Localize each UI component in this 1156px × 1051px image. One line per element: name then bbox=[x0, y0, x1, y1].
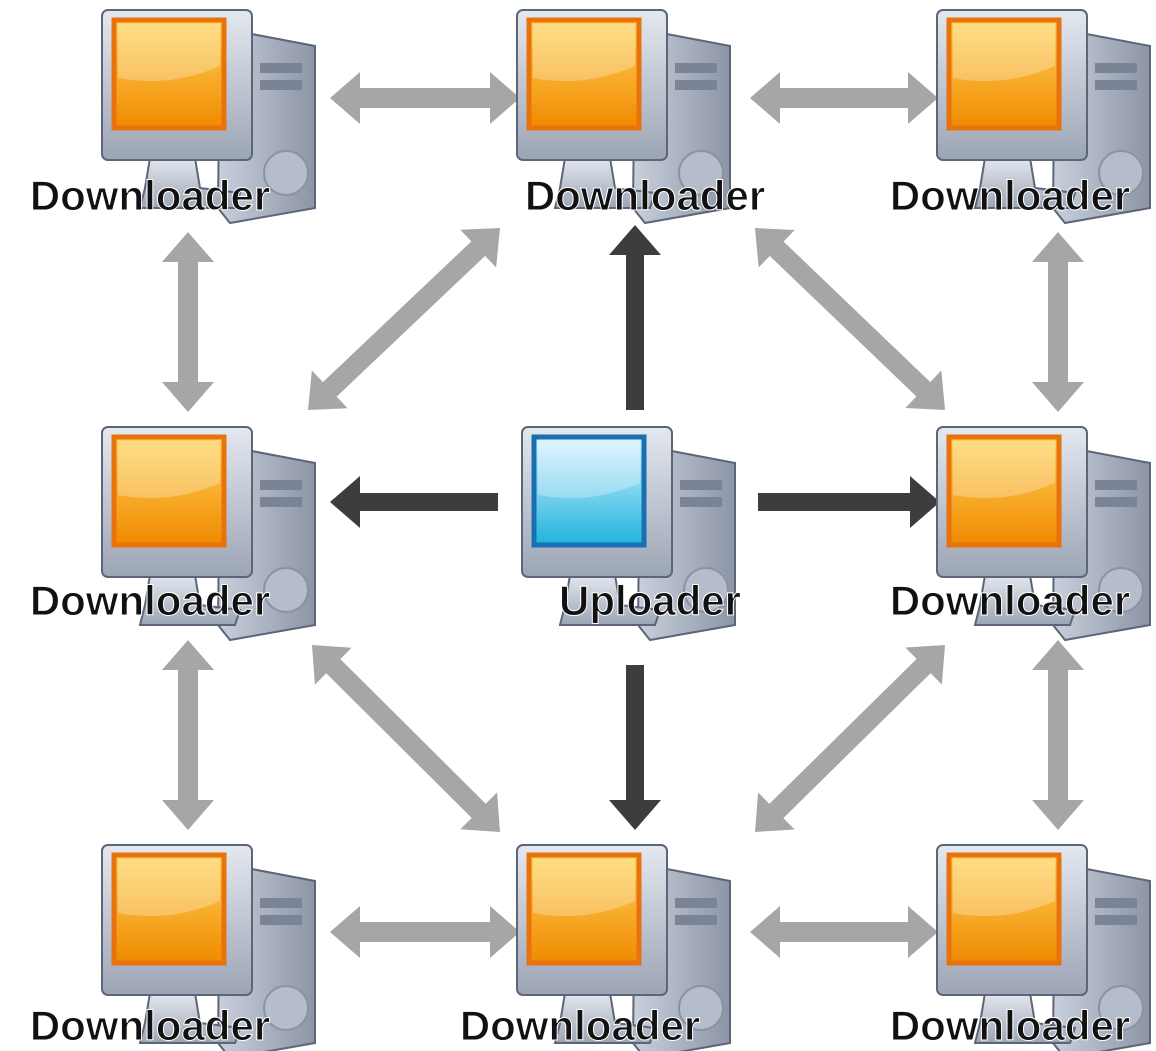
drive-bay bbox=[1095, 63, 1137, 73]
upload-arrow-center-to-middle-right bbox=[758, 476, 940, 528]
node-label: Downloader bbox=[30, 172, 270, 219]
peer-arrow-top-center-to-middle-right bbox=[755, 228, 945, 410]
peer-arrow-middle-right-to-bottom-right bbox=[1032, 640, 1084, 830]
arrow-head bbox=[1032, 640, 1084, 670]
tower-vent bbox=[263, 150, 309, 196]
node-middle-right: Downloader bbox=[889, 426, 1151, 642]
drive-bay bbox=[675, 80, 717, 90]
drive-bay bbox=[675, 63, 717, 73]
arrow-shaft bbox=[766, 238, 934, 400]
tower-vent bbox=[263, 567, 309, 613]
peer-arrow-bottom-center-to-bottom-right bbox=[750, 906, 938, 958]
node-label: Downloader bbox=[30, 1002, 270, 1049]
arrow-head bbox=[162, 382, 214, 412]
drive-bay bbox=[1095, 898, 1137, 908]
arrow-head bbox=[609, 800, 661, 830]
node-label: Downloader bbox=[890, 577, 1130, 624]
node-top-center: Downloader bbox=[516, 9, 766, 225]
peer-arrow-top-left-to-top-center bbox=[330, 72, 520, 124]
drive-bay bbox=[260, 80, 302, 90]
node-middle-left: Downloader bbox=[29, 426, 316, 642]
arrow-head bbox=[609, 225, 661, 255]
arrow-head bbox=[750, 72, 780, 124]
upload-arrow-center-to-top-center bbox=[609, 225, 661, 410]
arrow-shaft bbox=[319, 238, 489, 400]
drive-bay bbox=[675, 898, 717, 908]
drive-bay bbox=[260, 497, 302, 507]
drive-bay bbox=[260, 63, 302, 73]
arrow-head bbox=[330, 906, 360, 958]
arrow-head bbox=[162, 800, 214, 830]
node-label: Downloader bbox=[525, 172, 765, 219]
peer-arrow-top-left-to-middle-left bbox=[162, 232, 214, 412]
nodes-layer: Downloader Downloader Downloader Downloader… bbox=[29, 9, 1151, 1051]
arrow-head bbox=[490, 906, 520, 958]
tower-vent bbox=[263, 985, 309, 1031]
drive-bay bbox=[1095, 497, 1137, 507]
arrow-head bbox=[162, 640, 214, 670]
arrow-head bbox=[1032, 232, 1084, 262]
peer-arrow-middle-left-to-bottom-center bbox=[312, 645, 500, 832]
upload-arrow-center-to-bottom-center bbox=[609, 665, 661, 830]
arrow-head bbox=[490, 72, 520, 124]
drive-bay bbox=[1095, 80, 1137, 90]
arrow-head bbox=[330, 72, 360, 124]
node-top-right: Downloader bbox=[889, 9, 1151, 225]
drive-bay bbox=[1095, 480, 1137, 490]
arrow-shaft bbox=[766, 656, 934, 821]
arrow-head bbox=[330, 476, 360, 528]
drive-bay bbox=[675, 915, 717, 925]
arrow-head bbox=[908, 72, 938, 124]
drive-bay bbox=[260, 915, 302, 925]
peer-arrow-top-center-to-top-right bbox=[750, 72, 938, 124]
node-top-left: Downloader bbox=[29, 9, 316, 225]
node-label: Downloader bbox=[890, 172, 1130, 219]
peer-arrow-top-right-to-middle-right bbox=[1032, 232, 1084, 412]
arrow-head bbox=[1032, 382, 1084, 412]
node-label: Downloader bbox=[890, 1002, 1130, 1049]
drive-bay bbox=[680, 480, 722, 490]
arrow-head bbox=[910, 476, 940, 528]
peer-to-peer-diagram: Downloader Downloader Downloader Downloader… bbox=[29, 9, 1151, 1051]
peer-arrow-middle-left-to-bottom-left bbox=[162, 640, 214, 830]
arrow-head bbox=[750, 906, 780, 958]
arrow-head bbox=[1032, 800, 1084, 830]
peer-arrow-top-center-to-middle-left bbox=[308, 228, 500, 410]
peer-arrow-bottom-left-to-bottom-center bbox=[330, 906, 520, 958]
arrow-head bbox=[908, 906, 938, 958]
node-bottom-right: Downloader bbox=[889, 844, 1151, 1051]
upload-arrow-center-to-middle-left bbox=[330, 476, 498, 528]
drive-bay bbox=[260, 480, 302, 490]
drive-bay bbox=[260, 898, 302, 908]
node-center: Uploader bbox=[521, 426, 742, 642]
node-label: Uploader bbox=[559, 577, 741, 624]
drive-bay bbox=[680, 497, 722, 507]
peer-arrow-middle-right-to-bottom-center bbox=[755, 645, 945, 832]
node-label: Downloader bbox=[460, 1002, 700, 1049]
node-label: Downloader bbox=[30, 577, 270, 624]
arrow-shaft bbox=[323, 656, 489, 821]
node-bottom-left: Downloader bbox=[29, 844, 316, 1051]
drive-bay bbox=[1095, 915, 1137, 925]
arrow-head bbox=[162, 232, 214, 262]
